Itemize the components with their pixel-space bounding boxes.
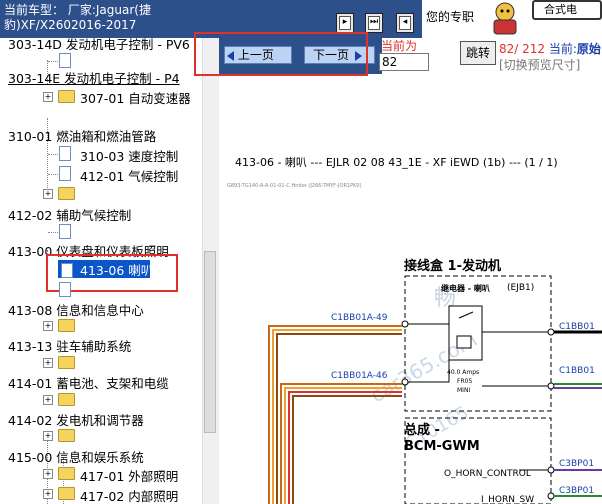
page-count: 82/ 212 当前:原始 [499,40,601,57]
current-mode-prefix: 当前: [548,42,577,56]
harness-wire [276,333,402,504]
document-icon [59,53,71,68]
folder-icon [58,429,75,442]
fuse-rating: 40.0 Amps [447,369,479,376]
expand-icon[interactable]: + [43,321,53,331]
page-number-input[interactable]: 82 [379,53,429,71]
connector-label: C1BB01 [559,366,595,376]
next-page-icon: ▸ [339,16,351,30]
tree-scrollbar-thumb[interactable] [204,251,216,433]
tree-item-417-01[interactable]: 417-01 外部照明 [80,466,178,485]
harness-wire [292,395,402,504]
brand-banner: 您的专职 合式电 [422,0,602,38]
document-icon [59,282,71,297]
document-icon [59,224,71,239]
connector-label: C3BP01 [559,459,594,469]
mascot-logo-icon [493,2,517,35]
folder-icon [58,90,75,103]
prev-page-icon: ◂ [399,16,411,30]
ejb-label: (EJB1) [507,283,534,293]
folder-icon [58,487,75,500]
fuse-type: MINI [457,387,470,394]
pin-label: O_HORN_CONTROL [444,469,531,479]
folder-icon [58,467,75,480]
expand-icon[interactable]: + [43,469,53,479]
relay-label: 继电器 - 喇叭 [441,283,490,293]
tree-item-413-13[interactable]: 413-13 驻车辅助系统 [8,336,131,355]
page-count-value: 82/ 212 [499,42,546,56]
current-page-label: 当前为 [381,39,418,53]
document-icon [59,146,71,161]
tree-item-415-00[interactable]: 415-00 信息和娱乐系统 [8,447,144,466]
prev-page-toolbar-button[interactable]: ◂ [396,13,414,33]
brand-box: 合式电 [532,0,602,20]
current-vehicle: 当前车型： 厂家:Jaguar(捷豹)XF/X2602016-2017 [4,3,216,35]
diagram-viewer: 上一页 下一页 当前为 82 跳转 82/ 212 当前:原始 [切换预览尺寸]… [194,32,602,504]
tree-item-413-08[interactable]: 413-08 信息和信息中心 [8,300,144,319]
junction-box-title: 接线盒 1-发动机 [404,258,501,274]
tree-item-412-02[interactable]: 412-02 辅助气候控制 [8,205,131,224]
tree-item-303-14d[interactable]: 303-14D 发动机电子控制 - PV6 [8,38,190,53]
folder-icon [58,187,75,200]
tree-item-414-02[interactable]: 414-02 发电机和调节器 [8,410,144,429]
connector-label: C1BB01A-46 [331,371,388,381]
expand-icon[interactable]: + [43,189,53,199]
tree-item-303-14e[interactable]: 303-14E 发动机电子控制 - P4 [8,68,180,87]
vehicle-label: 当前车型： [4,3,65,17]
fast-forward-icon: ⏭ [368,16,380,30]
sidebar-tree-panel: 303-14D 发动机电子控制 - PV6 303-14E 发动机电子控制 - … [0,38,219,504]
toggle-preview-size-link[interactable]: [切换预览尺寸] [499,56,580,73]
expand-icon[interactable]: + [43,489,53,499]
folder-icon [58,356,75,369]
folder-icon [58,393,75,406]
tree-item-412-01[interactable]: 412-01 气候控制 [80,166,178,185]
connector-label: C3BP01 [559,486,594,496]
document-icon [59,166,71,181]
tree-item-417-02[interactable]: 417-02 内部照明 [80,486,178,504]
expand-icon[interactable]: + [43,395,53,405]
fuse-id: FR05 [457,378,472,385]
last-page-toolbar-button[interactable]: ⏭ [365,13,383,33]
folder-icon [58,319,75,332]
tree-item-414-01[interactable]: 414-01 蓄电池、支架和电缆 [8,373,169,392]
relay-coil [456,335,472,349]
harness-wire [284,387,402,504]
expand-icon[interactable]: + [43,431,53,441]
document-title: 413-06 - 喇叭 --- EJLR 02 08 43_1E - XF iE… [235,156,558,169]
bcm-title: 总成 - [404,422,440,438]
wiring-diagram: 畅 car365.com CY0165 接线盒 1-发动机 (EJB1) 继电器… [268,258,602,504]
tree-item-310-01[interactable]: 310-01 燃油箱和燃油管路 [8,126,156,145]
relay-switch [458,311,474,319]
tree-view: 303-14D 发动机电子控制 - PV6 303-14E 发动机电子控制 - … [0,38,200,504]
harness-wire [288,391,402,504]
jump-button[interactable]: 跳转 [460,41,496,65]
expand-icon[interactable]: + [43,358,53,368]
expand-icon[interactable]: + [43,92,53,102]
tree-item-307-01[interactable]: 307-01 自动变速器 [80,88,191,107]
document-subtitle: G893-TG140-A-A-01-01-C.Hndss (J266-TMYF-… [227,183,362,189]
pin-label: I_HORN_SW [481,495,534,504]
tree-item-310-03[interactable]: 310-03 速度控制 [80,146,178,165]
next-page-toolbar-button[interactable]: ▸ [336,13,354,33]
highlight-box-page-nav [194,32,368,76]
connector-label: C1BB01A-49 [331,313,388,323]
brand-text: 您的专职 [426,10,475,24]
bcm-title: BCM-GWM [404,439,480,454]
current-mode-value[interactable]: 原始 [577,42,601,56]
